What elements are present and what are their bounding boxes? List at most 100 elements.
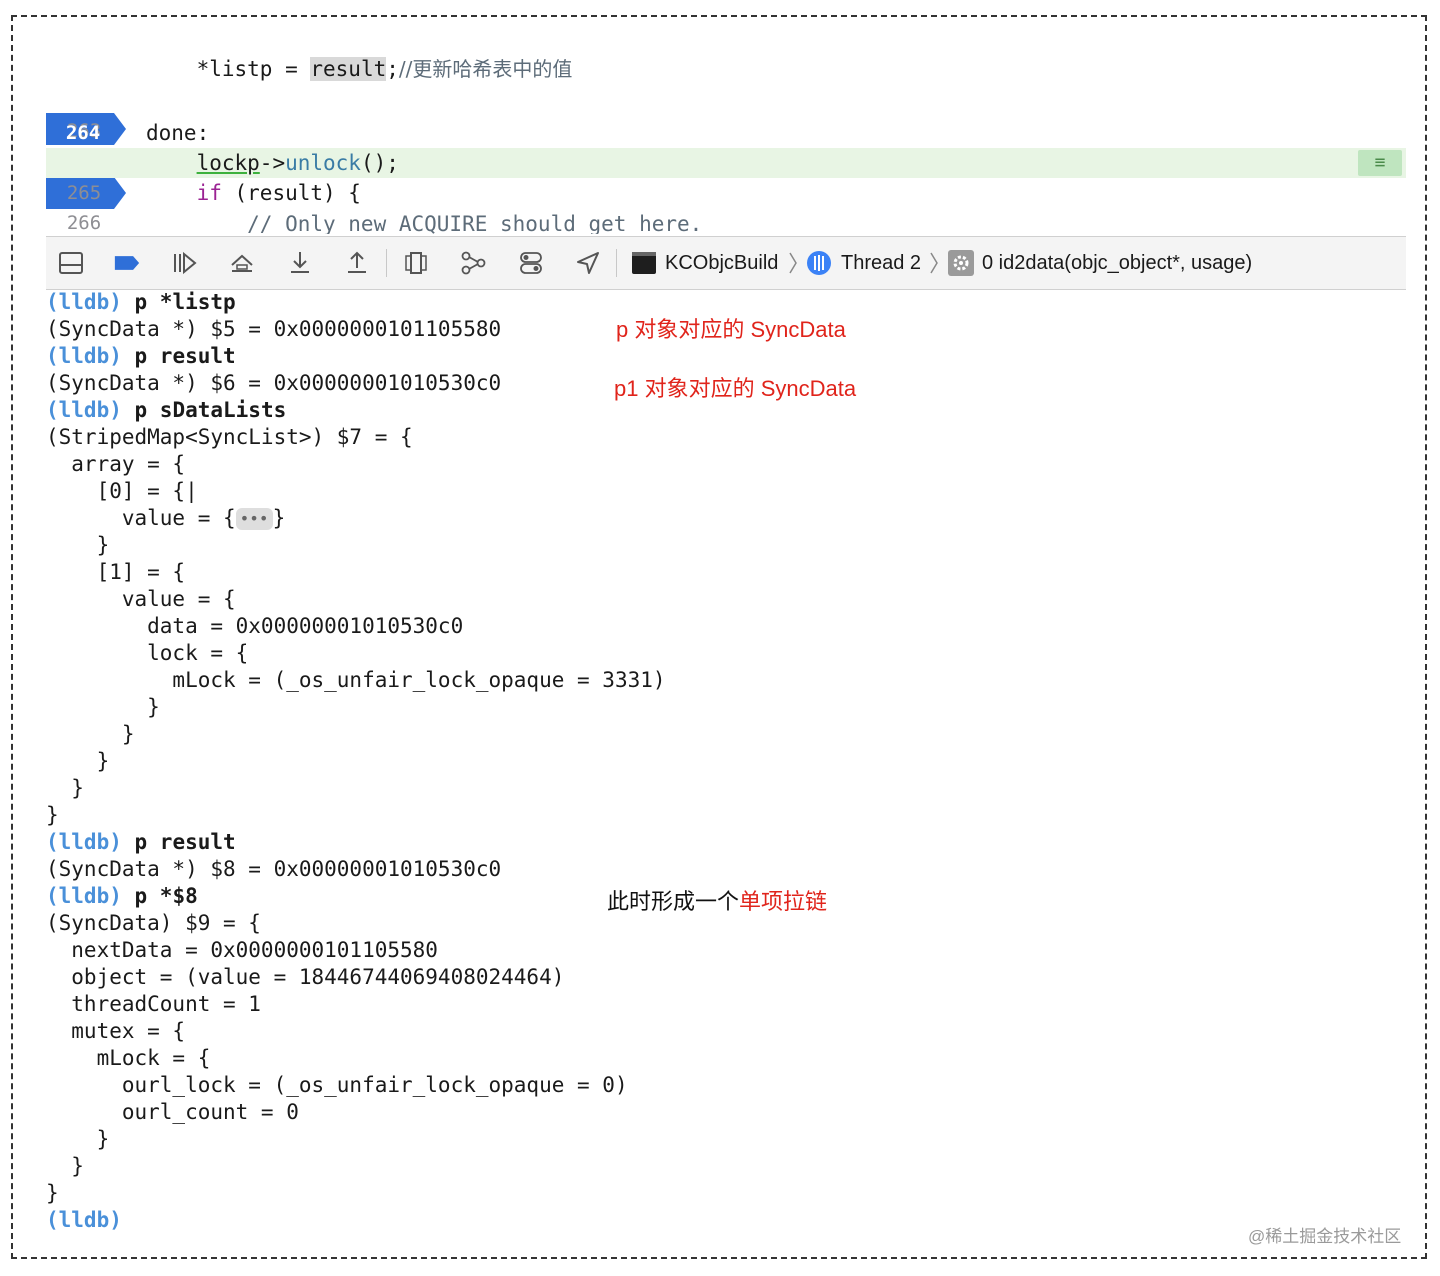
annotation-linked-list: 此时形成一个单项拉链 — [607, 889, 828, 914]
selected-token: result — [310, 57, 387, 81]
output-text: } — [46, 1181, 59, 1205]
console-command-line: (lldb) p result — [46, 829, 236, 856]
code-line-264[interactable]: 264 done: — [46, 117, 1406, 209]
environment-overrides-icon[interactable] — [518, 250, 544, 276]
chevron-right-icon — [789, 252, 797, 274]
breakpoints-toggle-icon[interactable] — [114, 250, 140, 276]
annotation-p1: p1 对象对应的 SyncData — [614, 376, 857, 401]
thread-icon — [807, 251, 831, 275]
output-text: } — [46, 1127, 110, 1151]
console-output-line: lock = { — [46, 640, 248, 667]
console-command-line: (lldb) — [46, 1207, 122, 1234]
breadcrumb-frame[interactable]: 0 id2data(objc_object*, usage) — [982, 237, 1252, 289]
console-output-line: [1] = { — [46, 559, 186, 586]
output-text: (SyncData *) $6 = 0x00000001010530c0 — [46, 371, 502, 395]
code-text: if (result) { — [196, 181, 361, 205]
console-output-line: object = (value = 18446744069408024464) — [46, 964, 564, 991]
breakpoint-marker[interactable]: 262 — [46, 53, 126, 145]
console-output-line: data = 0x00000001010530c0 — [46, 613, 463, 640]
breakpoint-marker[interactable]: 264 — [46, 117, 126, 209]
console-output-line: mLock = { — [46, 1045, 211, 1072]
hide-console-icon[interactable] — [58, 250, 84, 276]
output-text: data = 0x00000001010530c0 — [46, 614, 464, 638]
console-output-line: threadCount = 1 — [46, 991, 261, 1018]
output-text: ourl_lock = (_os_unfair_lock_opaque = 0) — [46, 1073, 628, 1097]
simulate-location-icon[interactable] — [575, 250, 601, 276]
console-output-line: [0] = {| — [46, 478, 198, 505]
output-text: lock = { — [46, 641, 249, 665]
console-output-line: (SyncData *) $8 = 0x00000001010530c0 — [46, 856, 501, 883]
console-output-line: (SyncData *) $5 = 0x0000000101105580 — [46, 316, 501, 343]
console-output-line: } — [46, 1180, 59, 1207]
output-text: ourl_count = 0 — [46, 1100, 299, 1124]
output-text: array = { — [46, 452, 186, 476]
output-text: mutex = { — [46, 1019, 186, 1043]
step-out-icon[interactable] — [344, 250, 370, 276]
output-text: (SyncData) $9 = { — [46, 911, 261, 935]
output-text: [0] = {| — [46, 479, 198, 503]
continue-icon[interactable] — [171, 250, 197, 276]
output-text: } — [46, 749, 110, 773]
debug-bar: KCObjcBuild Thread 2 0 id2data(objc_obje… — [46, 236, 1406, 290]
output-text: value = { — [46, 587, 236, 611]
code-line-263[interactable]: 263 — [46, 86, 1406, 142]
output-text: } — [46, 776, 84, 800]
lldb-command: p *$8 — [134, 884, 198, 908]
console-output-line: mLock = (_os_unfair_lock_opaque = 3331) — [46, 667, 666, 694]
lldb-prompt: (lldb) — [46, 398, 122, 422]
output-text: } — [46, 1154, 84, 1178]
output-text: [1] = { — [46, 560, 186, 584]
step-into-icon[interactable] — [287, 250, 313, 276]
toolbar-divider — [386, 249, 387, 277]
breadcrumb-target[interactable]: KCObjcBuild — [665, 237, 778, 289]
console-output-line: ourl_lock = (_os_unfair_lock_opaque = 0) — [46, 1072, 628, 1099]
source-editor[interactable]: 262 *listp = result;//更新哈希表中的值 263 264 d… — [46, 48, 1406, 234]
console-output-line: } — [46, 802, 59, 829]
lldb-command: p result — [134, 344, 236, 368]
console-output-line: (SyncData) $9 = { — [46, 910, 261, 937]
toolbar-divider — [616, 249, 617, 277]
output-text: nextData = 0x0000000101105580 — [46, 938, 438, 962]
console-command-line: (lldb) p *$8 — [46, 883, 198, 910]
console-output-line: nextData = 0x0000000101105580 — [46, 937, 438, 964]
lldb-prompt: (lldb) — [46, 884, 122, 908]
console-command-line: (lldb) p result — [46, 343, 236, 370]
lldb-command: p *listp — [134, 290, 236, 314]
console-output-line: value = { — [46, 586, 236, 613]
code-line-267[interactable]: 267 // Only new ACQUIRE should get here. — [46, 209, 1406, 234]
lldb-command: p sDataLists — [134, 398, 287, 422]
breadcrumb-thread[interactable]: Thread 2 — [841, 237, 921, 289]
annotation-p: p 对象对应的 SyncData — [616, 317, 846, 342]
console-command-line: (lldb) p sDataLists — [46, 397, 286, 424]
chevron-right-icon — [930, 252, 938, 274]
code-line-262[interactable]: 262 *listp = result;//更新哈希表中的值 — [46, 53, 1406, 145]
output-text: } — [46, 533, 110, 557]
view-hierarchy-icon[interactable] — [403, 250, 429, 276]
lldb-command: p result — [134, 830, 236, 854]
memory-graph-icon[interactable] — [460, 250, 486, 276]
lldb-prompt: (lldb) — [46, 1208, 122, 1232]
line-number: 262 — [65, 58, 101, 80]
output-text: } — [46, 722, 135, 746]
console-output-line: } — [46, 1126, 110, 1153]
console-output-line: ourl_count = 0 — [46, 1099, 299, 1126]
console-output-line: mutex = { — [46, 1018, 185, 1045]
console-output-line: array = { — [46, 451, 185, 478]
output-text: } — [46, 695, 160, 719]
code-line-266[interactable]: 266 if (result) { — [46, 178, 1406, 234]
console-output-line: } — [46, 775, 84, 802]
console-command-line: (lldb) p *listp — [46, 289, 236, 316]
output-text: (SyncData *) $8 = 0x00000001010530c0 — [46, 857, 502, 881]
step-over-icon[interactable] — [229, 250, 255, 276]
output-text: value = { — [46, 506, 236, 530]
console-output-line: } — [46, 1153, 84, 1180]
console-output-line: } — [46, 532, 110, 559]
lldb-prompt: (lldb) — [46, 344, 122, 368]
lldb-prompt: (lldb) — [46, 290, 122, 314]
output-text: mLock = { — [46, 1046, 211, 1070]
code-line-265-current[interactable]: 265 lockp->unlock(); ≡ — [46, 148, 1406, 204]
collapsed-value-ellipsis[interactable]: ••• — [235, 508, 273, 530]
hamburger-icon[interactable]: ≡ — [1358, 150, 1402, 176]
output-text: mLock = (_os_unfair_lock_opaque = 3331) — [46, 668, 666, 692]
output-text: } — [46, 803, 59, 827]
